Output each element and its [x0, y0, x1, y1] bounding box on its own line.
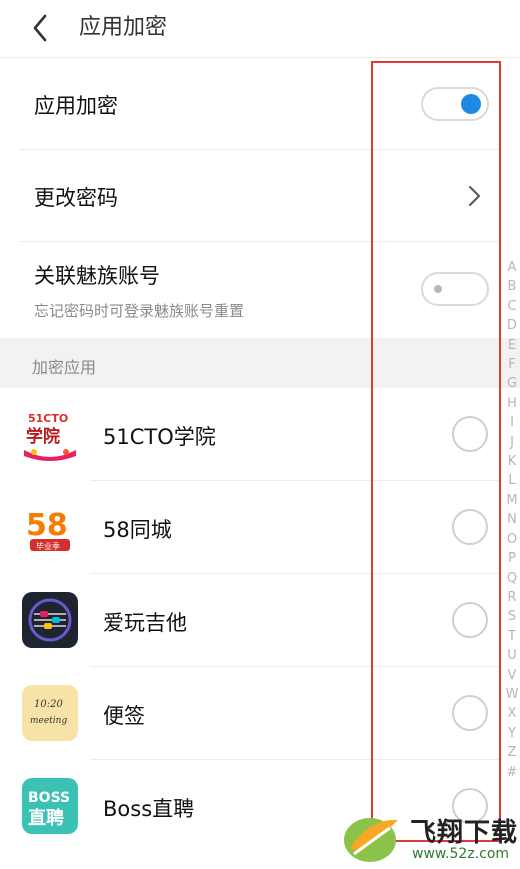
alphabet-index-bar[interactable]: A B C D E F G H I J K L M N O P Q R S T U V W X Y Z # — [504, 258, 520, 782]
svg-text:毕业季: 毕业季 — [36, 541, 60, 551]
index-letter[interactable]: Q — [507, 569, 517, 588]
link-account-label: 关联魅族账号 — [34, 264, 160, 288]
51cto-app-icon: 51CTO 学院 — [22, 406, 78, 462]
svg-text:直聘: 直聘 — [28, 807, 64, 829]
index-letter[interactable]: M — [506, 491, 517, 510]
app-lock-label: 应用加密 — [34, 94, 118, 118]
app-name: 便签 — [103, 704, 145, 728]
index-letter[interactable]: K — [508, 452, 517, 471]
index-letter[interactable]: X — [508, 704, 517, 723]
app-name: 51CTO学院 — [103, 425, 216, 449]
section-header: 加密应用 — [0, 338, 520, 388]
watermark-logo: 飞翔下载 www.52z.com — [340, 808, 518, 866]
index-letter[interactable]: O — [507, 530, 517, 549]
toggle-knob — [461, 94, 481, 114]
boss-app-icon: BOSS 直聘 — [22, 778, 78, 834]
app-row-notes[interactable]: 10:20 meeting 便签 — [0, 667, 520, 760]
index-letter[interactable]: L — [508, 471, 515, 490]
watermark-leaf-icon — [344, 818, 398, 862]
index-letter[interactable]: N — [507, 510, 517, 529]
svg-text:51CTO: 51CTO — [28, 412, 68, 425]
chevron-right-icon — [469, 186, 480, 206]
app-lock-row[interactable]: 应用加密 — [0, 58, 520, 150]
index-letter[interactable]: T — [508, 627, 516, 646]
58-app-icon: 58 毕业季 — [22, 499, 78, 555]
index-letter[interactable]: H — [507, 394, 517, 413]
chevron-left-icon — [33, 14, 47, 42]
link-account-sublabel: 忘记密码时可登录魅族账号重置 — [34, 302, 245, 320]
toggle-knob — [434, 285, 442, 293]
index-letter[interactable]: C — [507, 297, 516, 316]
index-letter[interactable]: Y — [508, 724, 516, 743]
index-letter[interactable]: S — [508, 607, 516, 626]
title-bar: 应用加密 — [0, 0, 520, 58]
watermark-title: 飞翔下载 — [410, 818, 519, 848]
index-letter[interactable]: V — [508, 666, 517, 685]
select-radio[interactable] — [452, 416, 488, 452]
index-letter[interactable]: P — [508, 549, 516, 568]
svg-text:meeting: meeting — [30, 716, 67, 726]
select-radio[interactable] — [452, 602, 488, 638]
select-radio[interactable] — [452, 695, 488, 731]
app-row-51cto[interactable]: 51CTO 学院 51CTO学院 — [0, 388, 520, 481]
notes-app-icon: 10:20 meeting — [22, 685, 78, 741]
page-title: 应用加密 — [79, 15, 168, 40]
change-password-row[interactable]: 更改密码 — [0, 150, 520, 242]
guitar-app-icon — [22, 592, 78, 648]
index-letter[interactable]: R — [507, 588, 516, 607]
link-account-toggle[interactable] — [421, 272, 489, 306]
index-letter[interactable]: # — [507, 763, 518, 782]
index-letter[interactable]: I — [510, 413, 514, 432]
svg-text:学院: 学院 — [26, 426, 60, 447]
index-letter[interactable]: J — [510, 433, 514, 452]
section-title: 加密应用 — [32, 358, 97, 377]
watermark-url: www.52z.com — [412, 846, 510, 862]
index-letter[interactable]: Z — [508, 743, 517, 762]
index-letter[interactable]: A — [508, 258, 517, 277]
link-account-row[interactable]: 关联魅族账号 忘记密码时可登录魅族账号重置 — [0, 242, 520, 338]
app-row-58[interactable]: 58 毕业季 58同城 — [0, 481, 520, 574]
change-password-label: 更改密码 — [34, 186, 118, 210]
index-letter[interactable]: D — [507, 316, 517, 335]
svg-text:58: 58 — [26, 508, 68, 543]
index-letter[interactable]: F — [508, 355, 515, 374]
app-name: Boss直聘 — [103, 797, 195, 821]
index-letter[interactable]: G — [507, 374, 517, 393]
select-radio[interactable] — [452, 509, 488, 545]
svg-text:BOSS: BOSS — [28, 790, 70, 806]
app-row-guitar[interactable]: 爱玩吉他 — [0, 574, 520, 667]
index-letter[interactable]: E — [508, 336, 516, 355]
index-letter[interactable]: U — [507, 646, 517, 665]
svg-text:10:20: 10:20 — [34, 699, 63, 710]
index-letter[interactable]: W — [506, 685, 519, 704]
app-name: 爱玩吉他 — [103, 611, 187, 635]
index-letter[interactable]: B — [508, 277, 517, 296]
app-lock-toggle[interactable] — [421, 87, 489, 121]
back-button[interactable] — [24, 12, 56, 44]
app-name: 58同城 — [103, 518, 172, 542]
